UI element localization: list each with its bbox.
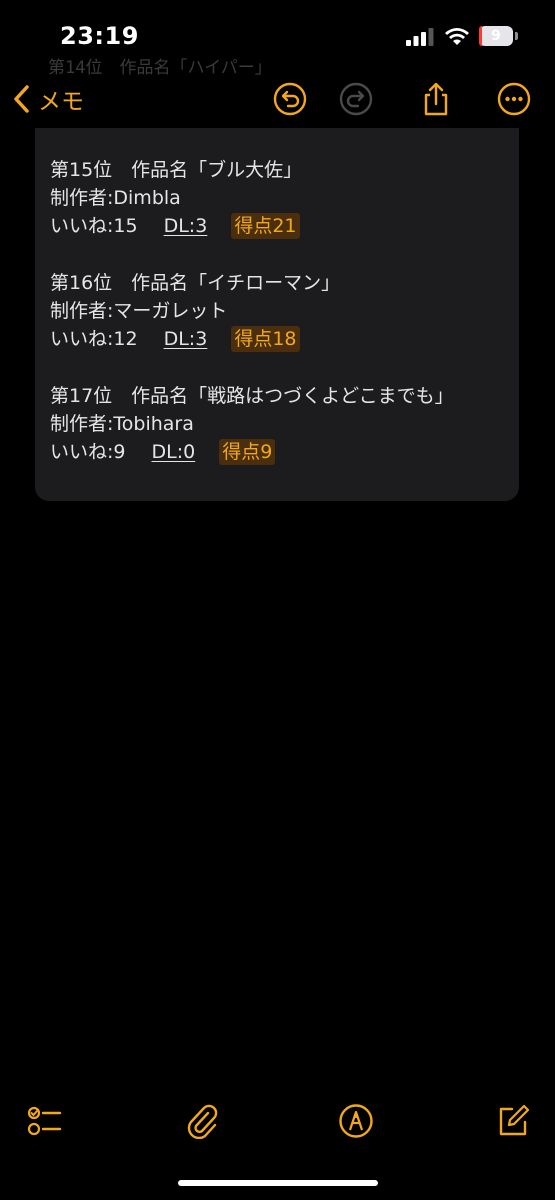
stats-line: いいね:15 DL:3 得点21 [50,212,302,240]
checklist-icon[interactable] [26,1103,62,1139]
share-icon[interactable] [419,82,453,116]
home-indicator[interactable] [178,1180,378,1186]
more-icon[interactable] [497,82,531,116]
back-label: メモ [38,89,84,115]
creator-line: 制作者:Tobihara [50,413,194,435]
ranking-entry: 第16位 作品名「イチローマン」 制作者:マーガレット いいね:12 DL:3 得点… [50,269,340,353]
undo-icon[interactable] [273,82,307,116]
battery-level: 9 [491,28,501,44]
paperclip-icon[interactable] [184,1103,220,1139]
likes-count: いいね:12 [50,328,138,350]
status-time: 23:19 [60,22,139,50]
wifi-icon [445,28,469,45]
ranking-entry: 第17位 作品名「戦路はつづくよどこまでも」 制作者:Tobihara いいね:… [50,382,454,466]
rank-title: 第15位 作品名「ブル大佐」 [50,159,303,181]
back-button[interactable]: メモ [12,82,84,116]
note-body[interactable]: 第15位 作品名「ブル大佐」 制作者:Dimbla いいね:15 DL:3 得点21… [35,128,519,501]
download-count: DL:3 [163,215,208,237]
download-count: DL:3 [163,328,208,350]
battery-icon: 9 [479,26,513,46]
creator-line: 制作者:Dimbla [50,187,181,209]
bottom-toolbar [0,1095,555,1145]
compose-icon[interactable] [495,1103,531,1139]
nav-bar: メモ [0,70,555,128]
status-bar: 23:19 9 [0,0,555,70]
markup-pen-icon[interactable] [338,1103,374,1139]
ranking-entry: 第15位 作品名「ブル大佐」 制作者:Dimbla いいね:15 DL:3 得点21 [50,156,302,240]
stats-line: いいね:9 DL:0 得点9 [50,438,454,466]
likes-count: いいね:15 [50,215,138,237]
download-count: DL:0 [151,441,196,463]
likes-count: いいね:9 [50,441,126,463]
creator-line: 制作者:マーガレット [50,300,228,322]
rank-title: 第17位 作品名「戦路はつづくよどこまでも」 [50,385,454,407]
cellular-signal-icon [406,28,434,46]
score-highlight: 得点9 [219,439,276,465]
battery-nub [515,32,518,40]
chevron-left-icon [14,85,29,113]
stats-line: いいね:12 DL:3 得点18 [50,325,340,353]
redo-icon[interactable] [339,82,373,116]
score-highlight: 得点21 [231,213,300,239]
rank-title: 第16位 作品名「イチローマン」 [50,272,341,294]
score-highlight: 得点18 [231,326,300,352]
